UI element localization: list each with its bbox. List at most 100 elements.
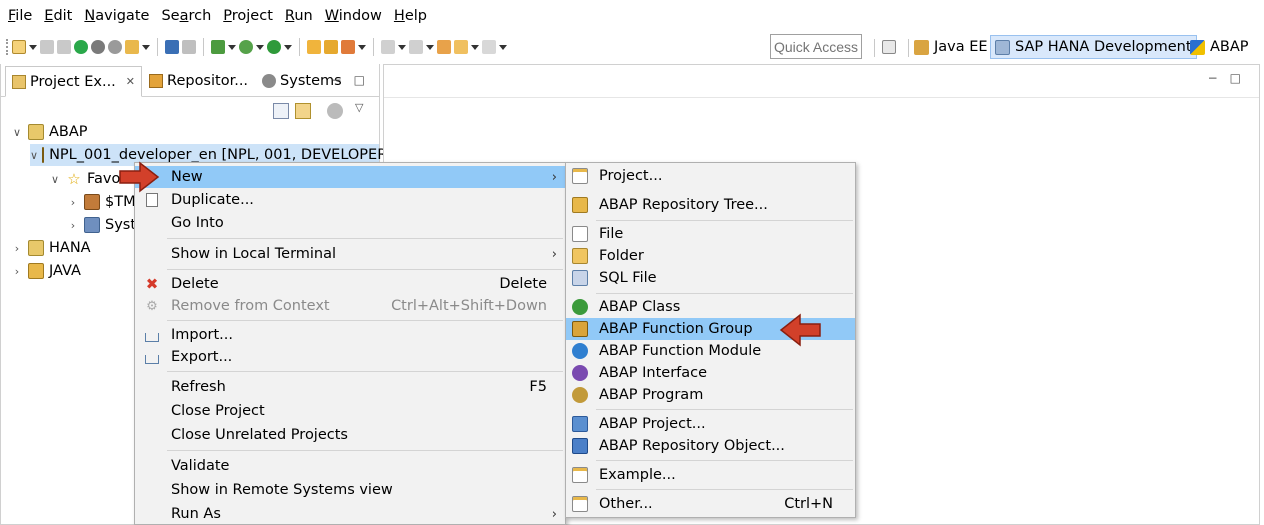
chevron-right-icon[interactable]: › xyxy=(10,242,24,255)
submenu-project[interactable]: Project... xyxy=(566,165,855,187)
link-with-editor-icon[interactable] xyxy=(295,103,311,119)
editor-controls: − □ xyxy=(1208,71,1241,85)
maximize-icon[interactable]: □ xyxy=(1230,71,1241,85)
tree-item-hana[interactable]: › HANA xyxy=(10,237,91,259)
activate-all-icon[interactable] xyxy=(108,40,122,54)
menu-item-label: New xyxy=(171,169,203,185)
submenu-abap-interface[interactable]: ABAP Interface xyxy=(566,362,855,384)
context-menu-show-local-terminal[interactable]: Show in Local Terminal › xyxy=(135,243,565,265)
filter-icon[interactable] xyxy=(327,103,343,119)
open-perspective-icon[interactable] xyxy=(882,40,896,54)
save-all-icon[interactable] xyxy=(57,40,71,54)
menu-separator xyxy=(167,320,563,321)
chevron-right-icon[interactable]: › xyxy=(66,219,80,232)
console-icon[interactable] xyxy=(165,40,179,54)
chevron-down-icon[interactable]: ∨ xyxy=(48,173,62,186)
open-object-icon[interactable] xyxy=(125,40,139,54)
context-menu-delete[interactable]: ✖ Delete Delete xyxy=(135,273,565,295)
menu-edit[interactable]: Edit xyxy=(38,0,78,32)
submenu-abap-repo-tree[interactable]: ABAP Repository Tree... xyxy=(566,194,855,216)
tree-item-label: NPL_001_developer_en [NPL, 001, DEVELOPE… xyxy=(49,147,392,163)
menu-project[interactable]: Project xyxy=(217,0,279,32)
submenu-file[interactable]: File xyxy=(566,223,855,245)
context-menu-show-remote[interactable]: Show in Remote Systems view xyxy=(135,479,565,501)
new-wizard-icon[interactable] xyxy=(12,40,26,54)
open-folder-icon[interactable] xyxy=(307,40,321,54)
menu-item-label: ABAP Program xyxy=(599,387,704,403)
check-icon[interactable] xyxy=(91,40,105,54)
chevron-right-icon[interactable]: › xyxy=(66,196,80,209)
submenu-abap-program[interactable]: ABAP Program xyxy=(566,384,855,406)
save-icon[interactable] xyxy=(40,40,54,54)
bug-icon[interactable] xyxy=(239,40,253,54)
bug-dropdown-icon[interactable] xyxy=(256,43,264,51)
submenu-abap-project[interactable]: ABAP Project... xyxy=(566,413,855,435)
back-dropdown-icon[interactable] xyxy=(471,43,479,51)
last-edit-icon[interactable] xyxy=(437,40,451,54)
maximize-icon[interactable]: □ xyxy=(354,73,365,87)
external-tools-icon[interactable] xyxy=(341,40,355,54)
context-menu-import[interactable]: Import... xyxy=(135,324,565,346)
next-annotation-dropdown-icon[interactable] xyxy=(398,43,406,51)
submenu-sql-file[interactable]: SQL File xyxy=(566,267,855,289)
close-icon[interactable]: ✕ xyxy=(126,75,135,88)
prev-annotation-icon[interactable] xyxy=(409,40,423,54)
menu-window[interactable]: Window xyxy=(319,0,388,32)
menu-search[interactable]: Search xyxy=(155,0,217,32)
context-menu-new[interactable]: New › xyxy=(135,166,565,188)
external-tools-dropdown-icon[interactable] xyxy=(358,43,366,51)
forward-icon[interactable] xyxy=(482,40,496,54)
view-menu-icon[interactable]: ▽ xyxy=(355,101,371,117)
context-menu-go-into[interactable]: Go Into xyxy=(135,212,565,234)
perspective-sap-hana[interactable]: SAP HANA Development xyxy=(990,35,1197,59)
context-menu-close-unrelated[interactable]: Close Unrelated Projects xyxy=(135,424,565,446)
submenu-other[interactable]: Other... Ctrl+N xyxy=(566,493,855,515)
context-menu-refresh[interactable]: Refresh F5 xyxy=(135,376,565,398)
run-icon[interactable] xyxy=(267,40,281,54)
repository-object-icon xyxy=(572,438,588,454)
menu-help[interactable]: Help xyxy=(388,0,433,32)
open-type-icon[interactable] xyxy=(324,40,338,54)
prev-annotation-dropdown-icon[interactable] xyxy=(426,43,434,51)
run-dropdown-icon[interactable] xyxy=(284,43,292,51)
menu-item-shortcut: Ctrl+Alt+Shift+Down xyxy=(391,298,547,314)
menu-file[interactable]: File xyxy=(2,0,38,32)
submenu-example[interactable]: Example... xyxy=(566,464,855,486)
context-menu-export[interactable]: Export... xyxy=(135,346,565,368)
tree-item-java[interactable]: › JAVA xyxy=(10,260,81,282)
open-object-dropdown-icon[interactable] xyxy=(142,43,150,51)
tree-item-tmp-package[interactable]: › $TM xyxy=(66,191,136,213)
menu-project-label: roject xyxy=(231,8,273,24)
back-icon[interactable] xyxy=(454,40,468,54)
chevron-right-icon[interactable]: › xyxy=(10,265,24,278)
minimize-icon[interactable]: − xyxy=(1208,71,1218,85)
new-wizard-dropdown-icon[interactable] xyxy=(29,43,37,51)
debug-run-dropdown-icon[interactable] xyxy=(228,43,236,51)
run-activate-icon[interactable] xyxy=(74,40,88,54)
quick-access-input[interactable] xyxy=(770,34,862,59)
tree-item-favorites[interactable]: ∨ ☆ Favo xyxy=(48,168,120,190)
forward-dropdown-icon[interactable] xyxy=(499,43,507,51)
minimize-icon[interactable]: − xyxy=(332,73,342,87)
chevron-down-icon[interactable]: ∨ xyxy=(10,126,24,139)
context-menu-run-as[interactable]: Run As › xyxy=(135,503,565,525)
menu-item-label: ABAP Function Group xyxy=(599,321,753,337)
submenu-abap-repo-object[interactable]: ABAP Repository Object... xyxy=(566,435,855,457)
menu-run[interactable]: Run xyxy=(279,0,319,32)
perspective-java-ee[interactable]: Java EE xyxy=(910,35,992,59)
tree-item-abap[interactable]: ∨ ABAP xyxy=(10,121,88,143)
next-annotation-icon[interactable] xyxy=(381,40,395,54)
context-menu-close-project[interactable]: Close Project xyxy=(135,400,565,422)
context-menu-validate[interactable]: Validate xyxy=(135,455,565,477)
menu-item-label: Show in Local Terminal xyxy=(171,246,337,262)
menu-navigate[interactable]: Navigate xyxy=(78,0,155,32)
tab-project-explorer[interactable]: Project Ex... ✕ xyxy=(5,66,143,97)
tab-repositories[interactable]: Repositor... xyxy=(142,66,255,96)
chevron-down-icon[interactable]: ∨ xyxy=(30,149,38,162)
hierarchy-icon[interactable] xyxy=(182,40,196,54)
context-menu-duplicate[interactable]: Duplicate... xyxy=(135,189,565,211)
perspective-abap[interactable]: ABAP xyxy=(1186,35,1253,59)
submenu-folder[interactable]: Folder xyxy=(566,245,855,267)
collapse-all-icon[interactable] xyxy=(273,103,289,119)
debug-run-icon[interactable] xyxy=(211,40,225,54)
